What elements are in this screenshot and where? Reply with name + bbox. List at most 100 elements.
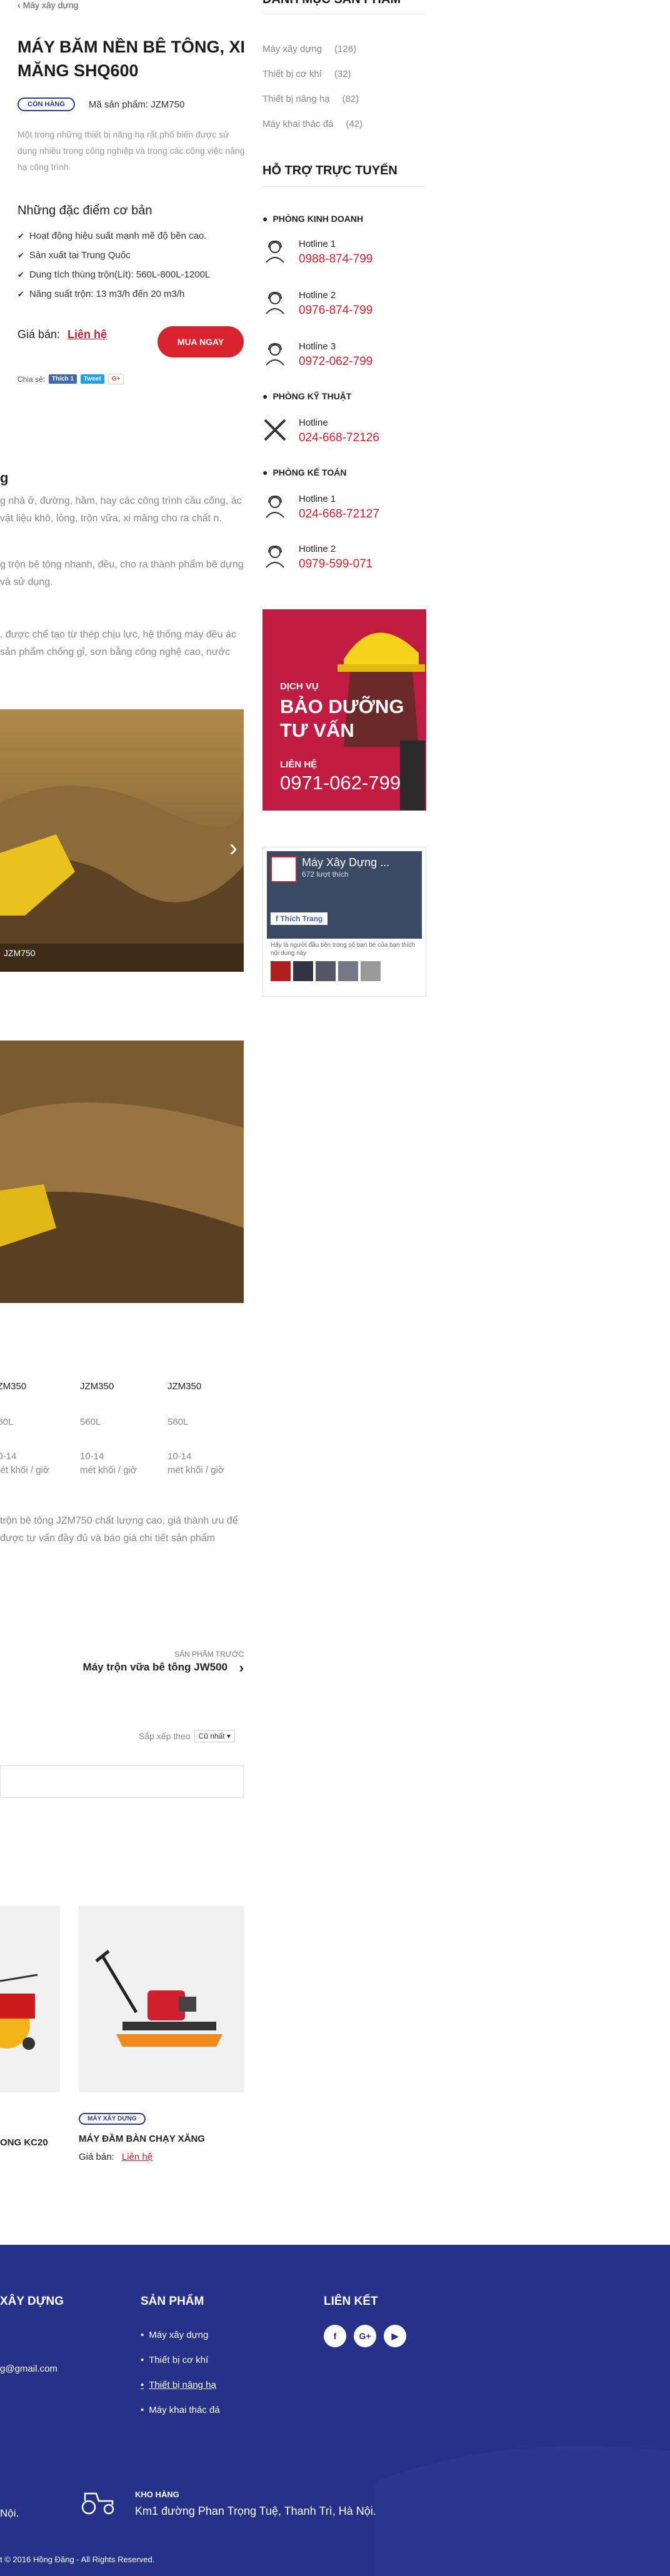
spec-cell: 10-14 mét khối / giờ xyxy=(168,1450,242,1477)
category-count: (32) xyxy=(334,69,351,79)
category-item[interactable]: Thiết bị nâng hạ (82) xyxy=(262,94,359,104)
social-links: f G+ ▶ xyxy=(324,2325,406,2347)
stock-badge: CÒN HÀNG xyxy=(18,97,75,111)
feature-item: Năng suất trộn: 13 m3/h đến 20 m3/h xyxy=(18,284,210,304)
hotline-label: Hotline 2 xyxy=(299,290,336,301)
price-contact-link[interactable]: Liên hệ xyxy=(68,328,107,341)
spec-head: JZM350 xyxy=(0,1381,27,1392)
spec-value: 10-14 xyxy=(168,1451,192,1462)
hotline-number[interactable]: 024-668-72127 xyxy=(299,507,379,521)
construction-site-photo xyxy=(0,1041,244,1303)
price-row: Giá bán: Liên hệ xyxy=(18,328,107,341)
department-heading: ● PHÒNG KINH DOANH xyxy=(262,214,363,224)
support-agent-icon xyxy=(266,291,284,314)
hotline-number[interactable]: 024-668-72126 xyxy=(299,431,379,445)
footer-link[interactable]: Máy xây dựng xyxy=(141,2323,220,2348)
footer-email[interactable]: g@gmail.com xyxy=(0,2364,58,2374)
features-list: Hoạt động hiệu suất mạnh mẽ độ bền cao. … xyxy=(18,226,210,304)
chevron-right-icon[interactable]: › xyxy=(229,834,238,862)
hotline-label: Hotline 1 xyxy=(299,239,336,249)
map-pin-icon: ● xyxy=(262,214,268,224)
avatar xyxy=(316,961,336,981)
spec-cell: 10-14 mét khối / giờ xyxy=(0,1450,75,1477)
feature-item: Dung tích thùng trộn(Lít): 560L-800L-120… xyxy=(18,265,210,284)
fb-like-page-label: Thích Trang xyxy=(280,914,323,923)
google-plus-button[interactable]: G+ xyxy=(108,374,124,384)
support-agent-icon xyxy=(266,495,284,518)
product-code: Mã sản phẩm: JZM750 xyxy=(89,99,184,110)
copyright: t © 2016 Hồng Đăng - All Rights Reserved… xyxy=(0,2555,155,2564)
share-row: Chia sẻ: Thích 1 Tweet G+ xyxy=(18,374,124,384)
product-photo-slider[interactable]: › JZM750 xyxy=(0,709,244,972)
category-item[interactable]: Máy khai thác đá (42) xyxy=(262,119,362,129)
spec-cell: 10-14 mét khối / giờ xyxy=(80,1450,155,1477)
spec-cell: 560L xyxy=(0,1417,14,1427)
page-logo xyxy=(271,856,297,882)
category-item[interactable]: Máy xây dựng (126) xyxy=(262,44,356,54)
warehouse-title: KHO HÀNG xyxy=(135,2490,179,2499)
hotline-number[interactable]: 0976-874-799 xyxy=(299,304,372,317)
content-heading: g xyxy=(0,470,9,486)
banner-contact: LIÊN HỆ xyxy=(280,759,318,770)
price-contact-link[interactable]: Liên hệ xyxy=(122,2152,152,2162)
footer-col-title: SẢN PHẨM xyxy=(141,2295,204,2308)
youtube-icon[interactable]: ▶ xyxy=(384,2325,406,2347)
map-pin-icon: ● xyxy=(262,467,268,477)
share-label: Chia sẻ: xyxy=(18,374,46,384)
prev-title: Máy trộn vữa bê tông JW500 xyxy=(82,1661,228,1673)
content-paragraph: g trộn bê tông nhanh, đều, cho ra thành … xyxy=(0,559,244,587)
saw-machine-image xyxy=(0,1974,38,2050)
plate-compactor-image xyxy=(95,1950,222,2047)
footer: XÂY DỰNG g@gmail.com SẢN PHẨM Máy xây dự… xyxy=(0,2245,670,2576)
footer-link[interactable]: Thiết bị cơ khí xyxy=(141,2348,220,2373)
fb-page-name[interactable]: Máy Xây Dựng ... xyxy=(302,856,389,869)
buy-now-button[interactable]: MUA NGAY xyxy=(158,326,244,357)
footer-link[interactable]: Thiết bị nâng hạ xyxy=(141,2373,220,2398)
department-name: PHÒNG KẾ TOÁN xyxy=(272,467,347,477)
footer-col-title: LIÊN KẾT xyxy=(324,2295,378,2308)
breadcrumb-link[interactable]: Máy xây dựng xyxy=(23,0,79,10)
category-item-active[interactable]: Thiết bị cơ khí (32) xyxy=(262,69,351,79)
related-product-title[interactable]: ONG KC20 xyxy=(0,2137,48,2148)
spec-cell: 560L xyxy=(80,1417,101,1427)
features-heading: Những đặc điểm cơ bản xyxy=(18,204,152,217)
tweet-button[interactable]: Tweet xyxy=(81,374,104,384)
banner-line3: TƯ VẤN xyxy=(280,719,354,741)
google-plus-icon[interactable]: G+ xyxy=(354,2325,376,2347)
content-paragraph: , được chế tạo từ thép chịu lực, hệ thốn… xyxy=(0,629,236,657)
footer-link[interactable]: Máy khai thác đá xyxy=(141,2398,219,2423)
photo-caption: JZM750 xyxy=(4,948,36,958)
fb-like-page-button[interactable]: f Thích Trang xyxy=(271,912,328,925)
department-heading: ● PHÒNG KẾ TOÁN xyxy=(262,467,346,477)
hotline-number[interactable]: 0988-874-799 xyxy=(299,252,372,266)
sort-select[interactable]: Cũ nhất ▾ xyxy=(194,1730,235,1742)
footer-address: Nội. xyxy=(0,2507,19,2519)
feature-item: Hoạt động hiệu suất mạnh mẽ độ bền cao. xyxy=(18,226,210,246)
service-banner[interactable]: DỊCH VỤ BẢO DƯỠNG TƯ VẤN LIÊN HỆ 0971-06… xyxy=(262,609,426,811)
hotline-number[interactable]: 0972-062-799 xyxy=(299,355,372,369)
product-title: MÁY BĂM NỀN BÊ TÔNG, XI MĂNG SHQ600 xyxy=(18,37,246,80)
facebook-like-button[interactable]: Thích 1 xyxy=(49,374,78,384)
map-pin-icon: ● xyxy=(262,391,268,401)
related-product-title[interactable]: MÁY ĐẦM BÀN CHẠY XĂNG xyxy=(79,2134,205,2144)
facebook-page-widget[interactable]: Máy Xây Dựng ... 672 lượt thích f Thích … xyxy=(262,847,426,997)
facebook-icon[interactable]: f xyxy=(324,2325,346,2347)
spec-unit: mét khối / giờ xyxy=(0,1465,49,1475)
related-product-price: Giá bán: Liên hệ xyxy=(79,2152,205,2162)
divider xyxy=(262,186,425,187)
category-name: Thiết bị nâng hạ xyxy=(262,94,330,104)
related-product-card: MÁY XÂY DỰNG MÁY ĐẦM BÀN CHẠY XĂNG Giá b… xyxy=(79,2112,205,2162)
banner-phone[interactable]: 0971-062-799 xyxy=(280,772,401,794)
hotline-number[interactable]: 0979-599-071 xyxy=(299,557,372,571)
breadcrumb[interactable]: ‹ Máy xây dựng xyxy=(18,0,78,10)
related-product-image[interactable] xyxy=(79,1906,244,2092)
department-name: PHÒNG KỸ THUẬT xyxy=(272,391,352,401)
sort-value: Cũ nhất xyxy=(198,1732,225,1740)
related-product-image[interactable] xyxy=(0,1906,60,2092)
previous-product-link[interactable]: SẢN PHẨM TRƯỚC Máy trộn vữa bê tông JW50… xyxy=(56,1650,244,1675)
category-name: Máy khai thác đá xyxy=(262,119,334,129)
spec-unit: mét khối / giờ xyxy=(80,1465,137,1475)
support-agent-icon xyxy=(266,342,284,366)
comment-input[interactable] xyxy=(0,1765,244,1798)
tools-icon xyxy=(264,419,286,441)
